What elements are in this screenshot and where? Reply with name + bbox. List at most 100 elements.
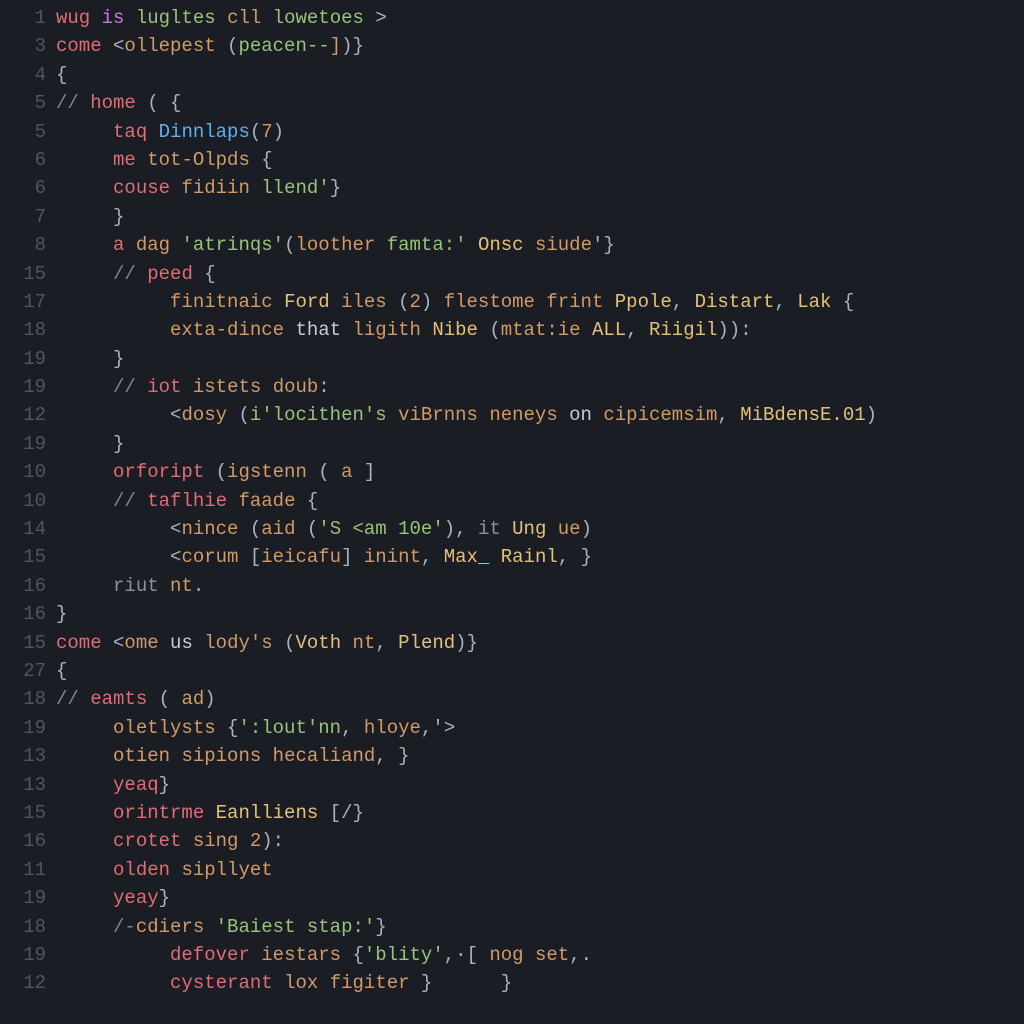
code-line[interactable]: // peed { xyxy=(56,260,1024,288)
line-number: 27 xyxy=(0,657,46,685)
line-number: 19 xyxy=(0,430,46,458)
line-number: 17 xyxy=(0,288,46,316)
token-ident: set xyxy=(535,944,569,966)
token-punct: , xyxy=(341,717,352,739)
token-ident: tot-Olpds xyxy=(147,149,250,171)
code-editor[interactable]: 1345566781517181919121910101415161615271… xyxy=(0,0,1024,1024)
code-line[interactable]: olden sipllyet xyxy=(56,856,1024,884)
code-line[interactable]: <nince (aid ('S <am 10e'), it Ung ue) xyxy=(56,515,1024,543)
code-line[interactable]: } xyxy=(56,430,1024,458)
code-line[interactable]: taq Dinnlaps(7) xyxy=(56,118,1024,146)
code-line[interactable]: riut nt. xyxy=(56,572,1024,600)
token-type: Plend xyxy=(398,632,455,654)
token-plain xyxy=(318,802,329,824)
token-plain xyxy=(295,490,306,512)
token-plain xyxy=(307,461,318,483)
code-line[interactable]: come <ollepest (peacen--])} xyxy=(56,32,1024,60)
token-punct: . xyxy=(193,575,204,597)
token-plain xyxy=(216,7,227,29)
code-line[interactable]: defover iestars {'blity',·[ nog set,. xyxy=(56,941,1024,969)
token-type: Nibe xyxy=(432,319,478,341)
token-punct: ( xyxy=(159,688,182,710)
code-line[interactable]: crotet sing 2): xyxy=(56,827,1024,855)
code-line[interactable]: come <ome us lody's (Voth nt, Plend)} xyxy=(56,629,1024,657)
token-punct: ( xyxy=(238,404,249,426)
token-plain xyxy=(250,149,261,171)
token-ident: dosy xyxy=(181,404,227,426)
line-number: 16 xyxy=(0,827,46,855)
token-ident: siude xyxy=(535,234,592,256)
token-ident: finitnaic xyxy=(170,291,273,313)
token-kw2: iot xyxy=(147,376,181,398)
token-ident: faade xyxy=(238,490,295,512)
token-punct: < xyxy=(170,404,181,426)
code-line[interactable]: { xyxy=(56,61,1024,89)
code-line[interactable]: } xyxy=(56,345,1024,373)
token-plain xyxy=(387,404,398,426)
code-line[interactable]: // iot istets doub: xyxy=(56,373,1024,401)
code-line[interactable]: exta-dince that ligith Nibe (mtat:ie ALL… xyxy=(56,316,1024,344)
token-plain xyxy=(238,830,249,852)
token-plain: that xyxy=(295,319,352,341)
token-pale: it xyxy=(478,518,501,540)
token-kw: is xyxy=(102,7,125,29)
token-ident: corum xyxy=(181,546,238,568)
token-plain xyxy=(238,518,249,540)
token-punct: ,. xyxy=(569,944,592,966)
token-punct: ( xyxy=(284,234,295,256)
code-line[interactable]: orintrme Eanlliens [/} xyxy=(56,799,1024,827)
token-kw2: taq xyxy=(113,121,147,143)
code-line[interactable]: } xyxy=(56,203,1024,231)
token-ident: cipicemsim xyxy=(603,404,717,426)
code-line[interactable]: // eamts ( ad) xyxy=(56,685,1024,713)
token-ident: figiter xyxy=(330,972,410,994)
token-plain xyxy=(90,7,101,29)
code-line[interactable]: <corum [ieicafu] inint, Max_ Rainl, } xyxy=(56,543,1024,571)
code-line[interactable]: a dag 'atrinqs'(loother famta:' Onsc siu… xyxy=(56,231,1024,259)
code-line[interactable]: oletlysts {':lout'nn, hloye,'> xyxy=(56,714,1024,742)
code-line[interactable]: <dosy (i'locithen's viBrnns neneys on ci… xyxy=(56,401,1024,429)
code-line[interactable]: finitnaic Ford iles (2) flestome frint P… xyxy=(56,288,1024,316)
token-plain xyxy=(432,546,443,568)
token-punct: > xyxy=(375,7,386,29)
token-plain xyxy=(170,234,181,256)
code-line[interactable]: otien sipions hecaliand, } xyxy=(56,742,1024,770)
token-punct: } xyxy=(159,887,170,909)
token-plain xyxy=(786,291,797,313)
token-kw2: peed xyxy=(147,263,193,285)
token-plain xyxy=(501,518,512,540)
code-line[interactable]: me tot-Olpds { xyxy=(56,146,1024,174)
token-ident: dag xyxy=(136,234,170,256)
code-line[interactable]: yeay} xyxy=(56,884,1024,912)
code-line[interactable]: wug is lugltes cll lowetoes > xyxy=(56,4,1024,32)
token-plain xyxy=(341,632,352,654)
token-punct: [ xyxy=(250,546,261,568)
code-line[interactable]: couse fidiin llend'} xyxy=(56,174,1024,202)
token-plain xyxy=(124,234,135,256)
code-line[interactable]: orfoript (igstenn ( a ] xyxy=(56,458,1024,486)
token-punct: { xyxy=(261,149,272,171)
code-area[interactable]: wug is lugltes cll lowetoes >come <ollep… xyxy=(56,4,1024,1024)
token-punct: { xyxy=(353,944,364,966)
token-plain xyxy=(489,546,500,568)
code-line[interactable]: /-cdiers 'Baiest stap:'} xyxy=(56,913,1024,941)
token-punct: < xyxy=(113,632,124,654)
code-line[interactable]: // home ( { xyxy=(56,89,1024,117)
token-punct: '} xyxy=(592,234,615,256)
token-plain xyxy=(581,319,592,341)
token-plain xyxy=(250,177,261,199)
token-plain xyxy=(261,7,272,29)
code-line[interactable]: // taflhie faade { xyxy=(56,487,1024,515)
token-punct: )} xyxy=(455,632,478,654)
token-plain xyxy=(341,944,352,966)
token-plain xyxy=(603,291,614,313)
code-line[interactable]: yeaq} xyxy=(56,771,1024,799)
token-punct: ( xyxy=(318,461,341,483)
line-number: 18 xyxy=(0,316,46,344)
code-line[interactable]: } xyxy=(56,600,1024,628)
token-ident: lody's xyxy=(204,632,272,654)
code-line[interactable]: cysterant lox figiter } } xyxy=(56,969,1024,997)
token-plain xyxy=(204,461,215,483)
token-str: lugltes xyxy=(136,7,216,29)
code-line[interactable]: { xyxy=(56,657,1024,685)
